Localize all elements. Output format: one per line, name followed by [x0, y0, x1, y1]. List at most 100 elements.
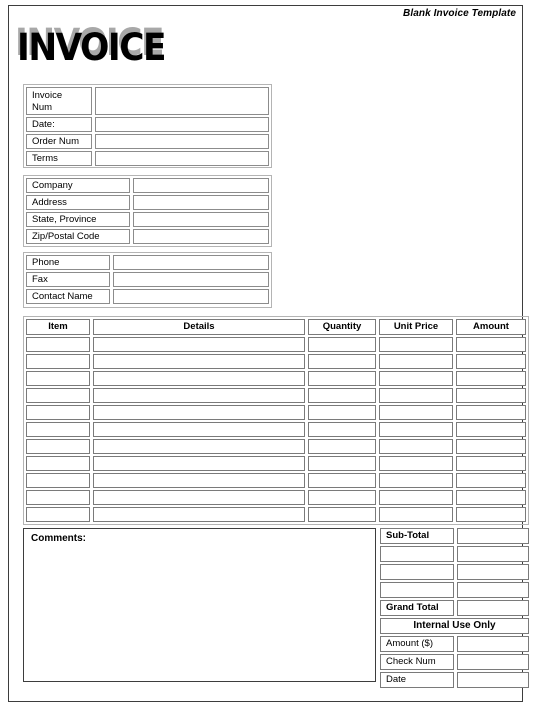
internal-input-date[interactable]	[457, 672, 529, 688]
cell-quantity[interactable]	[308, 507, 376, 522]
cell-details[interactable]	[93, 371, 305, 386]
contact-block: Phone Fax Contact Name	[23, 252, 272, 308]
totals-input-blank-3[interactable]	[457, 582, 529, 598]
field-input-terms[interactable]	[95, 151, 269, 166]
cell-details[interactable]	[93, 337, 305, 352]
cell-quantity[interactable]	[308, 439, 376, 454]
totals-label-sub-total: Sub-Total	[380, 528, 454, 544]
cell-unit-price[interactable]	[379, 405, 453, 420]
table-row	[26, 439, 526, 454]
column-header-item: Item	[26, 319, 90, 335]
field-row-order-num: Order Num	[26, 134, 269, 149]
cell-quantity[interactable]	[308, 422, 376, 437]
column-header-details: Details	[93, 319, 305, 335]
comments-box[interactable]: Comments:	[23, 528, 376, 682]
table-row	[26, 388, 526, 403]
cell-unit-price[interactable]	[379, 422, 453, 437]
field-input-zip-postal-code[interactable]	[133, 229, 269, 244]
cell-item[interactable]	[26, 388, 90, 403]
cell-item[interactable]	[26, 405, 90, 420]
totals-label-blank-1[interactable]	[380, 546, 454, 562]
field-row-phone: Phone	[26, 255, 269, 270]
cell-quantity[interactable]	[308, 371, 376, 386]
cell-unit-price[interactable]	[379, 473, 453, 488]
cell-quantity[interactable]	[308, 456, 376, 471]
field-input-address[interactable]	[133, 195, 269, 210]
field-input-phone[interactable]	[113, 255, 269, 270]
cell-item[interactable]	[26, 456, 90, 471]
field-label-zip-postal-code: Zip/Postal Code	[26, 229, 130, 244]
cell-item[interactable]	[26, 337, 90, 352]
cell-unit-price[interactable]	[379, 337, 453, 352]
cell-details[interactable]	[93, 405, 305, 420]
cell-amount[interactable]	[456, 439, 526, 454]
cell-item[interactable]	[26, 354, 90, 369]
cell-details[interactable]	[93, 422, 305, 437]
cell-details[interactable]	[93, 439, 305, 454]
cell-amount[interactable]	[456, 473, 526, 488]
cell-amount[interactable]	[456, 354, 526, 369]
cell-item[interactable]	[26, 507, 90, 522]
field-input-order-num[interactable]	[95, 134, 269, 149]
cell-amount[interactable]	[456, 371, 526, 386]
cell-amount[interactable]	[456, 507, 526, 522]
cell-unit-price[interactable]	[379, 388, 453, 403]
cell-quantity[interactable]	[308, 490, 376, 505]
invoice-wordmark-text: INVOICE	[17, 26, 167, 69]
cell-quantity[interactable]	[308, 405, 376, 420]
table-row	[26, 337, 526, 352]
totals-input-blank-1[interactable]	[457, 546, 529, 562]
template-title: Blank Invoice Template	[403, 8, 516, 19]
field-row-contact-name: Contact Name	[26, 289, 269, 304]
field-input-date[interactable]	[95, 117, 269, 132]
cell-item[interactable]	[26, 422, 90, 437]
totals-row-blank-3	[380, 582, 529, 598]
totals-input-blank-2[interactable]	[457, 564, 529, 580]
cell-item[interactable]	[26, 473, 90, 488]
cell-quantity[interactable]	[308, 473, 376, 488]
field-input-fax[interactable]	[113, 272, 269, 287]
field-input-state-province[interactable]	[133, 212, 269, 227]
cell-amount[interactable]	[456, 456, 526, 471]
field-input-contact-name[interactable]	[113, 289, 269, 304]
invoice-wordmark: INVOICE INVOICE	[15, 23, 237, 72]
cell-item[interactable]	[26, 371, 90, 386]
field-input-invoice-num[interactable]	[95, 87, 269, 115]
cell-unit-price[interactable]	[379, 490, 453, 505]
cell-details[interactable]	[93, 388, 305, 403]
cell-amount[interactable]	[456, 405, 526, 420]
cell-amount[interactable]	[456, 422, 526, 437]
cell-details[interactable]	[93, 490, 305, 505]
internal-input-check-num[interactable]	[457, 654, 529, 670]
totals-label-blank-3[interactable]	[380, 582, 454, 598]
cell-unit-price[interactable]	[379, 354, 453, 369]
field-row-state-province: State, Province	[26, 212, 269, 227]
cell-unit-price[interactable]	[379, 371, 453, 386]
cell-unit-price[interactable]	[379, 456, 453, 471]
cell-amount[interactable]	[456, 490, 526, 505]
field-input-company[interactable]	[133, 178, 269, 193]
internal-label-date: Date	[380, 672, 454, 688]
totals-input-sub-total[interactable]	[457, 528, 529, 544]
totals-input-grand-total[interactable]	[457, 600, 529, 616]
field-row-invoice-num: Invoice Num	[26, 87, 269, 115]
cell-quantity[interactable]	[308, 337, 376, 352]
table-row	[26, 456, 526, 471]
cell-quantity[interactable]	[308, 354, 376, 369]
cell-amount[interactable]	[456, 337, 526, 352]
cell-unit-price[interactable]	[379, 439, 453, 454]
cell-details[interactable]	[93, 507, 305, 522]
cell-amount[interactable]	[456, 388, 526, 403]
field-label-order-num: Order Num	[26, 134, 92, 149]
totals-label-grand-total: Grand Total	[380, 600, 454, 616]
cell-details[interactable]	[93, 473, 305, 488]
cell-unit-price[interactable]	[379, 507, 453, 522]
cell-item[interactable]	[26, 490, 90, 505]
cell-details[interactable]	[93, 456, 305, 471]
cell-quantity[interactable]	[308, 388, 376, 403]
totals-label-blank-2[interactable]	[380, 564, 454, 580]
cell-details[interactable]	[93, 354, 305, 369]
internal-input-amount[interactable]	[457, 636, 529, 652]
field-row-zip-postal-code: Zip/Postal Code	[26, 229, 269, 244]
cell-item[interactable]	[26, 439, 90, 454]
